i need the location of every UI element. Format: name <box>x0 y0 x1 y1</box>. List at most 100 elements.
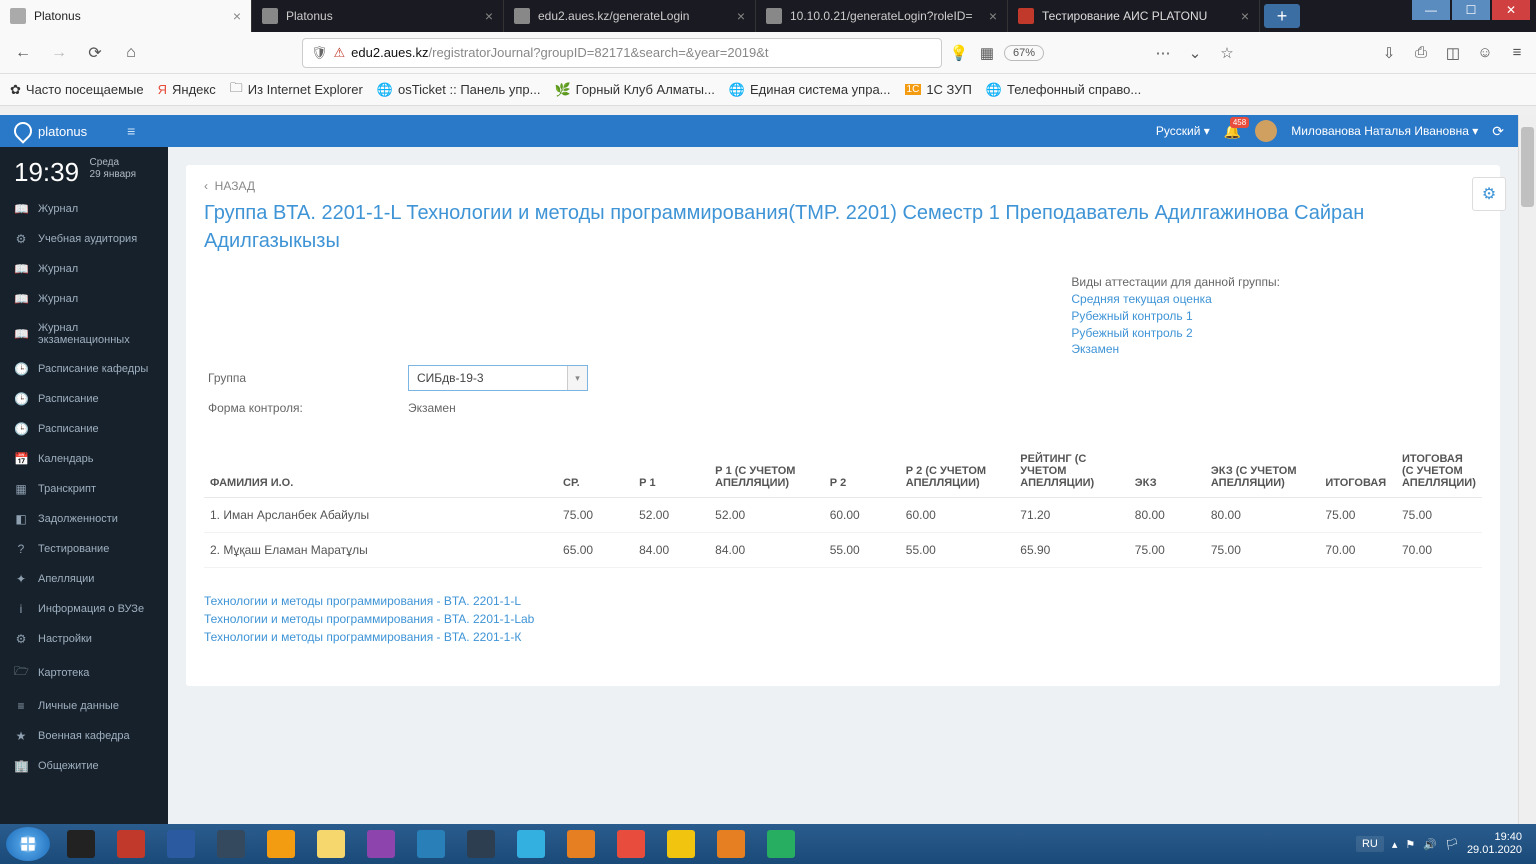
tab-close-icon[interactable]: × <box>233 8 241 24</box>
taskbar-app[interactable] <box>358 827 404 861</box>
tray-up-icon[interactable]: ▴ <box>1392 838 1398 851</box>
forward-button[interactable]: → <box>44 38 74 68</box>
sidebar-item[interactable]: ▦Транскрипт <box>0 474 168 504</box>
tab-close-icon[interactable]: × <box>737 8 745 24</box>
tray-action-icon[interactable]: ⚑ <box>1405 838 1415 851</box>
bookmark-item[interactable]: 🌐Телефонный справо... <box>986 82 1141 98</box>
attestation-link[interactable]: Экзамен <box>1071 341 1280 358</box>
taskbar-app[interactable] <box>308 827 354 861</box>
taskbar-app[interactable] <box>58 827 104 861</box>
browser-tab[interactable]: 10.10.0.21/generateLogin?roleID= × <box>756 0 1008 32</box>
profile-icon[interactable]: ☺ <box>1474 42 1496 64</box>
taskbar-app[interactable] <box>558 827 604 861</box>
group-select[interactable]: СИБдв-19-3 ▾ <box>408 365 588 391</box>
table-row[interactable]: 1. Иман Арсланбек Абайулы75.0052.0052.00… <box>204 498 1482 533</box>
browser-tab[interactable]: Platonus × <box>252 0 504 32</box>
sidebar-item[interactable]: ≡Личные данные <box>0 691 168 721</box>
sidebar-item[interactable]: ?Тестирование <box>0 534 168 564</box>
sidebar-item[interactable]: iИнформация о ВУЗе <box>0 594 168 624</box>
back-link[interactable]: ‹ НАЗАД <box>186 165 1500 197</box>
taskbar-app[interactable] <box>708 827 754 861</box>
window-close-button[interactable]: ✕ <box>1492 0 1530 20</box>
tab-close-icon[interactable]: × <box>485 8 493 24</box>
bookmark-item[interactable]: ✿Часто посещаемые <box>10 82 144 98</box>
sidebar-item[interactable]: 🕒Расписание <box>0 414 168 444</box>
scrollbar[interactable] <box>1518 115 1536 824</box>
home-button[interactable]: ⌂ <box>116 38 146 68</box>
reload-icon[interactable]: ⟳ <box>1492 123 1504 140</box>
taskbar-app[interactable] <box>208 827 254 861</box>
reader-icon[interactable]: ▦ <box>976 42 998 64</box>
tab-close-icon[interactable]: × <box>989 8 997 24</box>
tray-clock[interactable]: 19:40 29.01.2020 <box>1467 831 1522 857</box>
related-link[interactable]: Технологии и методы программирования - B… <box>204 592 1482 610</box>
bulb-icon[interactable]: 💡 <box>948 42 970 64</box>
sidebar-item[interactable]: 📖Журнал экзаменационных <box>0 314 168 354</box>
sidebar-item[interactable]: ★Военная кафедра <box>0 721 168 751</box>
back-button[interactable]: ← <box>8 38 38 68</box>
bookmark-item[interactable]: 1С1С ЗУП <box>905 82 972 97</box>
sidebar-item[interactable]: ◧Задолженности <box>0 504 168 534</box>
sidebar-item[interactable]: ⚙Учебная аудитория <box>0 224 168 254</box>
sidebar-item[interactable]: 🗁Картотека <box>0 654 168 691</box>
bookmark-star-icon[interactable]: ☆ <box>1216 42 1238 64</box>
menu-icon[interactable]: ≡ <box>1506 42 1528 64</box>
sidebar-item[interactable]: 📖Журнал <box>0 194 168 224</box>
pocket-icon[interactable]: ⌄ <box>1184 42 1206 64</box>
brand[interactable]: platonus <box>14 122 87 140</box>
taskbar-app[interactable] <box>408 827 454 861</box>
related-link[interactable]: Технологии и методы программирования - B… <box>204 628 1482 646</box>
sidebar-item[interactable]: ⚙Настройки <box>0 624 168 654</box>
taskbar-app[interactable] <box>608 827 654 861</box>
tray-volume-icon[interactable]: 🔊 <box>1423 838 1437 851</box>
sidebar-toggle-icon[interactable]: ≡ <box>127 123 135 139</box>
url-bar[interactable]: 🛡 ⚠ edu2.aues.kz/registratorJournal?grou… <box>302 38 942 68</box>
more-icon[interactable]: ⋯ <box>1152 42 1174 64</box>
user-avatar[interactable] <box>1255 120 1277 142</box>
sidebar-icon[interactable]: ◫ <box>1442 42 1464 64</box>
reload-button[interactable]: ⟳ <box>80 38 110 68</box>
attestation-link[interactable]: Средняя текущая оценка <box>1071 291 1280 308</box>
taskbar-app[interactable] <box>758 827 804 861</box>
user-menu[interactable]: Милованова Наталья Ивановна ▾ <box>1291 124 1478 138</box>
taskbar-app[interactable] <box>458 827 504 861</box>
bookmark-item[interactable]: 🌐Единая система упра... <box>729 82 891 98</box>
table-row[interactable]: 2. Мұқаш Еламан Маратұлы65.0084.0084.005… <box>204 533 1482 568</box>
bookmark-item[interactable]: 🗀Из Internet Explorer <box>230 79 363 101</box>
browser-tab[interactable]: edu2.aues.kz/generateLogin × <box>504 0 756 32</box>
new-tab-button[interactable]: + <box>1264 4 1300 28</box>
sidebar-item[interactable]: 📖Журнал <box>0 284 168 314</box>
browser-tab[interactable]: Platonus × <box>0 0 252 32</box>
zoom-level[interactable]: 67% <box>1004 45 1044 61</box>
settings-button[interactable]: ⚙ <box>1472 177 1506 211</box>
library-icon[interactable]: ⎙ <box>1410 42 1432 64</box>
taskbar-app[interactable] <box>158 827 204 861</box>
window-maximize-button[interactable]: ☐ <box>1452 0 1490 20</box>
taskbar-app[interactable] <box>108 827 154 861</box>
sidebar-item[interactable]: 📅Календарь <box>0 444 168 474</box>
sidebar-item[interactable]: 🕒Расписание <box>0 384 168 414</box>
tab-close-icon[interactable]: × <box>1241 8 1249 24</box>
related-link[interactable]: Технологии и методы программирования - B… <box>204 610 1482 628</box>
taskbar-app[interactable] <box>258 827 304 861</box>
window-minimize-button[interactable]: — <box>1412 0 1450 20</box>
sidebar-item[interactable]: ✦Апелляции <box>0 564 168 594</box>
bookmark-item[interactable]: 🌐osTicket :: Панель упр... <box>377 82 541 98</box>
notifications-icon[interactable]: 🔔458 <box>1224 123 1241 140</box>
sidebar-item[interactable]: 🕒Расписание кафедры <box>0 354 168 384</box>
attestation-link[interactable]: Рубежный контроль 1 <box>1071 308 1280 325</box>
taskbar-app[interactable] <box>508 827 554 861</box>
taskbar-app[interactable] <box>658 827 704 861</box>
tray-flag-icon[interactable]: 🏳 <box>1445 838 1459 851</box>
download-icon[interactable]: ⇩ <box>1378 42 1400 64</box>
bookmark-item[interactable]: 🌿Горный Клуб Алматы... <box>554 82 714 98</box>
bookmark-item[interactable]: ЯЯндекс <box>158 82 216 97</box>
scrollbar-thumb[interactable] <box>1521 127 1534 207</box>
tray-language[interactable]: RU <box>1356 836 1384 852</box>
browser-tab[interactable]: Тестирование АИС PLATONU × <box>1008 0 1260 32</box>
language-selector[interactable]: Русский ▾ <box>1156 124 1210 138</box>
attestation-link[interactable]: Рубежный контроль 2 <box>1071 325 1280 342</box>
sidebar-item[interactable]: 📖Журнал <box>0 254 168 284</box>
start-button[interactable] <box>6 827 50 861</box>
sidebar-item[interactable]: 🏢Общежитие <box>0 751 168 781</box>
